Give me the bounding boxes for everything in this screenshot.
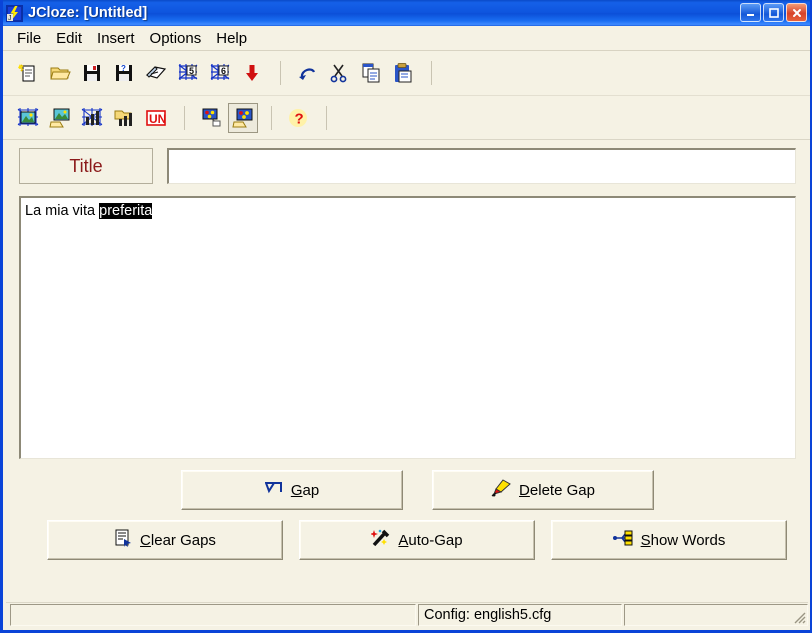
gap-arrow-icon (264, 480, 283, 500)
undo-icon[interactable] (292, 58, 322, 88)
exercise-text-area[interactable]: La mia vita preferita (19, 196, 796, 459)
status-panel-config: Config: english5.cfg (418, 604, 622, 626)
menu-item-insert[interactable]: Insert (93, 28, 146, 49)
copy-icon[interactable] (356, 58, 386, 88)
auto-gap-button-label: Auto-Gap (398, 532, 462, 549)
text-before-selection: La mia vita (25, 203, 100, 219)
title-bar: J JCloze: [Untitled] (3, 0, 810, 26)
cut-scissors-icon[interactable] (324, 58, 354, 88)
jcloze-window: J JCloze: [Untitled] File Edit Insert Op… (0, 0, 812, 633)
gap-rest: ap (302, 481, 320, 499)
red-down-arrow-icon[interactable] (237, 58, 267, 88)
lightning-bolt-icon: J (6, 4, 23, 22)
maximize-button[interactable] (763, 3, 784, 22)
show-words-accel: S (640, 531, 651, 549)
eraser-icon (491, 479, 511, 501)
auto-gap-accel: A (398, 531, 409, 549)
exercise-text-body: La mia vita preferita (25, 202, 791, 220)
svg-text:UN: UN (149, 112, 166, 126)
clear-gaps-accel: C (140, 531, 151, 549)
toolbar-secondary: UN ? (3, 95, 810, 139)
clear-list-icon (114, 529, 132, 551)
web-media-icon[interactable] (77, 103, 107, 133)
save-as-floppy-icon[interactable]: ? (109, 58, 139, 88)
action-row-secondary: Clear Gaps Auto-Gap Show Words (3, 520, 810, 560)
status-bar: Config: english5.cfg (6, 602, 808, 627)
resize-grip-icon[interactable] (792, 610, 806, 624)
toolbar2-separator-3 (326, 105, 327, 130)
auto-gap-button[interactable]: Auto-Gap (299, 520, 535, 560)
menu-item-file[interactable]: File (13, 28, 52, 49)
menu-bar: File Edit Insert Options Help (3, 26, 810, 51)
delete-gap-button[interactable]: Delete Gap (432, 470, 654, 510)
show-words-button-label: Show Words (641, 532, 726, 549)
toolbar-separator-end (431, 61, 432, 85)
local-media-icon[interactable] (109, 103, 139, 133)
magic-wand-icon (370, 529, 390, 551)
save-floppy-icon[interactable] (77, 58, 107, 88)
svg-text:J: J (8, 15, 12, 22)
menu-item-options[interactable]: Options (146, 28, 213, 49)
svg-text:?: ? (295, 110, 304, 127)
gap-accel: G (290, 481, 303, 499)
menu-item-edit[interactable]: Edit (52, 28, 93, 49)
menu-item-help[interactable]: Help (212, 28, 258, 49)
delete-gap-rest: elete Gap (529, 481, 595, 499)
open-folder-icon[interactable] (45, 58, 75, 88)
delete-gap-accel: D (519, 481, 530, 499)
new-document-icon[interactable] (13, 58, 43, 88)
show-words-rest: how Words (650, 531, 726, 549)
status-panel-right (624, 604, 808, 626)
window-title: JCloze: [Untitled] (28, 5, 148, 21)
tree-branch-icon (612, 530, 633, 550)
gap-button[interactable]: Gap (181, 470, 403, 510)
toolbar-separator (280, 61, 281, 85)
web-page-5-icon[interactable]: 5 (173, 58, 203, 88)
minimize-button[interactable] (740, 3, 761, 22)
title-field-row: Title (3, 140, 810, 190)
svg-text:?: ? (121, 64, 126, 73)
toolbar2-separator-2 (271, 105, 272, 130)
local-picture-icon[interactable] (45, 103, 75, 133)
web-picture-icon[interactable] (13, 103, 43, 133)
local-link-icon[interactable] (228, 102, 258, 133)
delete-gap-button-label: Delete Gap (519, 482, 595, 499)
clear-gaps-button-label: Clear Gaps (140, 532, 216, 549)
selected-word: preferita (99, 203, 153, 219)
action-row-primary: Gap Delete Gap (3, 470, 810, 510)
show-words-button[interactable]: Show Words (551, 520, 787, 560)
toolbar-primary: ? 5 6 (3, 51, 810, 95)
book-icon[interactable] (141, 58, 171, 88)
toolbar2-separator-1 (184, 105, 185, 130)
status-panel-left (10, 604, 416, 626)
title-input[interactable] (167, 148, 796, 184)
auto-gap-rest: uto-Gap (408, 531, 463, 549)
paste-clipboard-icon[interactable] (388, 58, 418, 88)
window-controls (740, 3, 807, 22)
web-link-icon[interactable] (196, 103, 226, 133)
gap-button-label: Gap (291, 482, 319, 499)
clear-gaps-button[interactable]: Clear Gaps (47, 520, 283, 560)
svg-text:5: 5 (189, 66, 194, 76)
title-label: Title (19, 148, 153, 184)
svg-text:6: 6 (221, 66, 226, 76)
unicode-icon[interactable]: UN (141, 103, 171, 133)
help-question-icon[interactable]: ? (283, 103, 313, 133)
clear-gaps-rest: lear Gaps (150, 531, 216, 549)
close-button[interactable] (786, 3, 807, 22)
web-page-6-icon[interactable]: 6 (205, 58, 235, 88)
